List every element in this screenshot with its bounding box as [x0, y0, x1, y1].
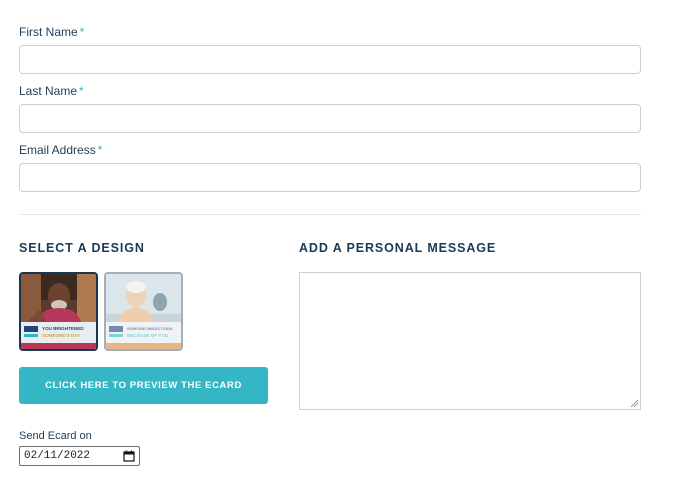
- section-divider: [19, 214, 641, 215]
- ecard-thumbnail-icon: YOU BRIGHTENED SOMEONE'S DAY: [21, 274, 96, 349]
- design-1-line1: YOU BRIGHTENED: [42, 326, 84, 331]
- calendar-icon[interactable]: [123, 450, 135, 462]
- design-option-1[interactable]: YOU BRIGHTENED SOMEONE'S DAY: [19, 272, 98, 351]
- select-design-heading: SELECT A DESIGN: [19, 241, 145, 255]
- ecard-thumbnail-icon: SOMEONE SMILES TODAY BECAUSE OF YOU: [106, 274, 181, 349]
- design-option-2[interactable]: SOMEONE SMILES TODAY BECAUSE OF YOU: [104, 272, 183, 351]
- send-date-value: 02/11/2022: [24, 450, 91, 462]
- design-2-line1: SOMEONE SMILES TODAY: [127, 327, 174, 331]
- first-name-input[interactable]: [19, 45, 641, 74]
- preview-ecard-button[interactable]: CLICK HERE TO PREVIEW THE ECARD: [19, 367, 268, 404]
- design-1-line2: SOMEONE'S DAY: [42, 333, 80, 338]
- last-name-label: Last Name *: [19, 84, 84, 98]
- email-input[interactable]: [19, 163, 641, 192]
- email-label: Email Address *: [19, 143, 103, 157]
- personal-message-heading: ADD A PERSONAL MESSAGE: [299, 241, 497, 255]
- personal-message-textarea[interactable]: [299, 272, 641, 410]
- design-2-line2: BECAUSE OF YOU: [127, 333, 169, 338]
- last-name-input[interactable]: [19, 104, 641, 133]
- first-name-label: First Name *: [19, 25, 85, 39]
- resize-handle-icon[interactable]: [631, 400, 638, 407]
- send-date-input[interactable]: 02/11/2022: [19, 446, 140, 466]
- send-date-label: Send Ecard on: [19, 430, 92, 442]
